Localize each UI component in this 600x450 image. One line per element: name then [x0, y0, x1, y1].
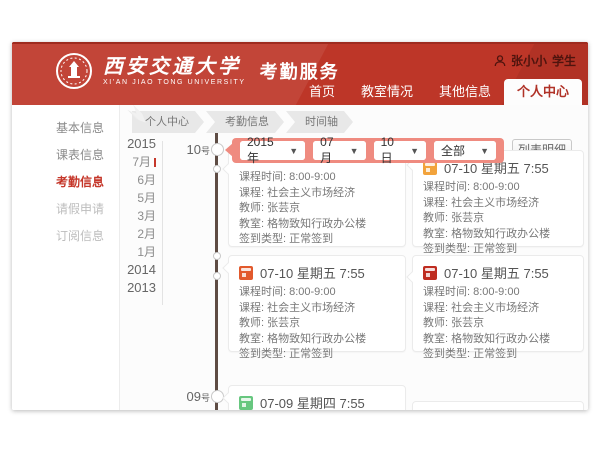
- content-area: 基本信息 课表信息 考勤信息 请假申请 订阅信息 个人中心 考勤信息 时间轴 2…: [12, 105, 588, 410]
- card-field-room: 教室: 格物致知行政办公楼: [413, 227, 583, 243]
- breadcrumb-personal-center[interactable]: 个人中心: [132, 111, 204, 133]
- chevron-down-icon: ▼: [480, 146, 489, 156]
- attendance-type-icon: [239, 266, 253, 280]
- month-select[interactable]: 07月▼: [313, 141, 365, 160]
- card-field-time: 课程时间: 8:00-9:00: [229, 285, 405, 301]
- university-name-block: 西安交通大学 XI'AN JIAO TONG UNIVERSITY: [103, 57, 246, 86]
- sidebar-item-subscription-info[interactable]: 订阅信息: [12, 223, 119, 250]
- card-field-time: 课程时间: 8:00-9:00: [229, 170, 405, 186]
- type-select[interactable]: 全部▼: [434, 141, 496, 160]
- card-field-time: 课程时间: 8:00-9:00: [413, 180, 583, 196]
- year-nav-2015[interactable]: 2015: [104, 135, 156, 153]
- filter-bar: 2015年▼ 07月▼ 10日▼ 全部▼: [232, 138, 504, 163]
- timeline-node-day10: [211, 143, 224, 156]
- sidebar-item-schedule-info[interactable]: 课表信息: [12, 142, 119, 169]
- attendance-card: 07-09 星期四 7:55: [228, 385, 406, 410]
- card-date: 07-10 星期五 7:55: [260, 263, 365, 282]
- attendance-app-window: 西安交通大学 XI'AN JIAO TONG UNIVERSITY 考勤服务 张…: [12, 42, 588, 410]
- nav-item-personal-center[interactable]: 个人中心: [504, 79, 582, 105]
- year-nav-2013[interactable]: 2013: [104, 279, 156, 297]
- chevron-down-icon: ▼: [350, 146, 359, 156]
- year-nav-feb[interactable]: 2月: [104, 225, 156, 243]
- card-field-room: 教室: 格物致知行政办公楼: [229, 332, 405, 348]
- attendance-card: 07-10 星期五 7:55 课程时间: 8:00-9:00 课程: 社会主义市…: [412, 255, 584, 352]
- nav-item-other-info[interactable]: 其他信息: [426, 79, 504, 105]
- card-date: 07-09 星期四 7:55: [260, 393, 365, 410]
- main-nav: 首页 教室情况 其他信息 个人中心: [296, 79, 582, 105]
- chevron-down-icon: ▼: [410, 146, 419, 156]
- year-nav-may[interactable]: 5月: [104, 189, 156, 207]
- app-header: 西安交通大学 XI'AN JIAO TONG UNIVERSITY 考勤服务 张…: [12, 42, 588, 105]
- timeline-year-nav: 2015 7月 6月 5月 3月 2月 1月 2014 2013: [104, 135, 156, 297]
- breadcrumb-attendance-info[interactable]: 考勤信息: [206, 111, 284, 133]
- attendance-card: 07-10 星期五 7:55 课程时间: 8:00-9:00 课程: 社会主义市…: [412, 150, 584, 247]
- nav-item-home[interactable]: 首页: [296, 79, 348, 105]
- card-field-room: 教室: 格物致知行政办公楼: [229, 217, 405, 233]
- timeline-node: [213, 165, 221, 173]
- year-nav-jul[interactable]: 7月: [104, 153, 156, 171]
- active-month-marker: [154, 158, 156, 167]
- chevron-down-icon: ▼: [289, 146, 298, 156]
- attendance-type-icon: [239, 396, 253, 410]
- year-nav-jun[interactable]: 6月: [104, 171, 156, 189]
- university-seal-icon: [55, 52, 93, 90]
- card-field-course: 课程: 社会主义市场经济: [229, 186, 405, 202]
- card-field-signin-type: 签到类型: 正常签到: [229, 347, 405, 363]
- card-field-teacher: 教师: 张芸京: [413, 316, 583, 332]
- timeline-node: [213, 272, 221, 280]
- card-field-course: 课程: 社会主义市场经济: [229, 301, 405, 317]
- timeline-node: [213, 252, 221, 260]
- card-field-course: 课程: 社会主义市场经济: [413, 301, 583, 317]
- sidebar-item-basic-info[interactable]: 基本信息: [12, 115, 119, 142]
- card-header: 07-10 星期五 7:55: [413, 256, 583, 285]
- sidebar-item-leave-request[interactable]: 请假申请: [12, 196, 119, 223]
- person-icon: [494, 55, 506, 67]
- card-field-time: 课程时间: 8:00-9:00: [413, 285, 583, 301]
- card-field-course: 课程: 社会主义市场经济: [413, 196, 583, 212]
- day-select[interactable]: 10日▼: [374, 141, 426, 160]
- year-nav-2014[interactable]: 2014: [104, 261, 156, 279]
- filter-bar-arrow: [225, 143, 233, 157]
- card-field-teacher: 教师: 张芸京: [229, 316, 405, 332]
- breadcrumb: 个人中心 考勤信息 时间轴: [130, 111, 353, 133]
- card-header: 07-09 星期四 7:55: [229, 386, 405, 410]
- year-nav-divider: [162, 141, 163, 305]
- university-name-cn: 西安交通大学: [103, 57, 246, 77]
- card-field-teacher: 教师: 张芸京: [229, 201, 405, 217]
- card-field-room: 教室: 格物致知行政办公楼: [413, 332, 583, 348]
- university-name-en: XI'AN JIAO TONG UNIVERSITY: [103, 79, 246, 86]
- nav-item-classrooms[interactable]: 教室情况: [348, 79, 426, 105]
- attendance-card: [412, 401, 584, 410]
- card-field-signin-type: 签到类型: 正常签到: [229, 232, 405, 248]
- user-info[interactable]: 张小小 学生: [494, 52, 576, 69]
- attendance-type-icon: [423, 266, 437, 280]
- year-nav-jan[interactable]: 1月: [104, 243, 156, 261]
- user-name: 张小小: [511, 52, 547, 69]
- sidebar-item-attendance-info[interactable]: 考勤信息: [12, 169, 119, 196]
- year-nav-mar[interactable]: 3月: [104, 207, 156, 225]
- day-marker-10: 10号: [170, 142, 210, 157]
- card-field-teacher: 教师: 张芸京: [413, 211, 583, 227]
- card-header: 07-10 星期五 7:55: [229, 256, 405, 285]
- breadcrumb-timeline[interactable]: 时间轴: [286, 111, 353, 133]
- card-field-signin-type: 签到类型: 正常签到: [413, 347, 583, 363]
- day-marker-09: 09号: [170, 389, 210, 404]
- card-date: 07-10 星期五 7:55: [444, 263, 549, 282]
- attendance-card: 07-10 星期五 7:55 课程时间: 8:00-9:00 课程: 社会主义市…: [228, 255, 406, 352]
- year-select[interactable]: 2015年▼: [240, 141, 305, 160]
- user-role: 学生: [552, 52, 576, 69]
